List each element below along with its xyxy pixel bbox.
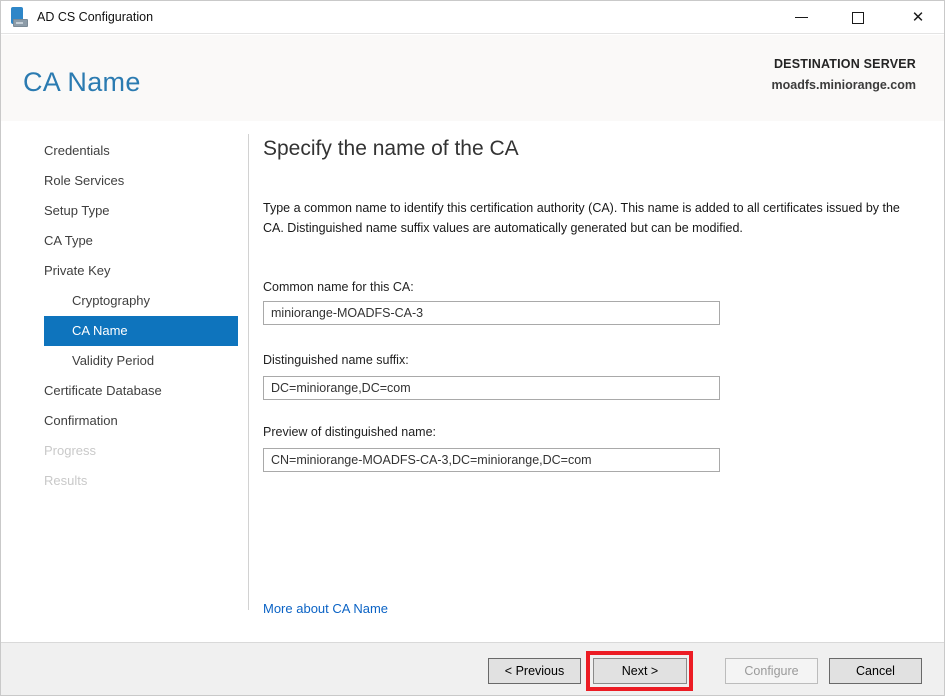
window-title: AD CS Configuration: [37, 1, 153, 33]
preview-distinguished-name-label: Preview of distinguished name:: [263, 425, 436, 439]
sidebar-item-validity-period[interactable]: Validity Period: [1, 346, 248, 376]
cancel-button[interactable]: Cancel: [829, 658, 922, 684]
common-name-label: Common name for this CA:: [263, 280, 414, 294]
close-icon: ✕: [912, 10, 925, 25]
destination-server-name: moadfs.miniorange.com: [772, 78, 916, 92]
close-button[interactable]: ✕: [897, 1, 939, 34]
sidebar-item-credentials[interactable]: Credentials: [1, 136, 248, 166]
distinguished-name-suffix-input[interactable]: [263, 376, 720, 400]
sidebar-item-ca-name[interactable]: CA Name: [44, 316, 238, 346]
sidebar-item-private-key[interactable]: Private Key: [1, 256, 248, 286]
more-about-ca-name-link[interactable]: More about CA Name: [263, 601, 388, 616]
page-heading: Specify the name of the CA: [263, 137, 519, 161]
server-icon: [10, 7, 32, 29]
sidebar-item-role-services[interactable]: Role Services: [1, 166, 248, 196]
sidebar-item-ca-type[interactable]: CA Type: [1, 226, 248, 256]
wizard-steps-sidebar: Credentials Role Services Setup Type CA …: [1, 136, 248, 496]
title-bar: AD CS Configuration ✕: [1, 1, 944, 34]
distinguished-name-suffix-label: Distinguished name suffix:: [263, 353, 409, 367]
configure-button: Configure: [725, 658, 818, 684]
destination-server-label: DESTINATION SERVER: [772, 57, 916, 71]
minimize-button[interactable]: [780, 1, 822, 34]
sidebar-item-progress: Progress: [1, 436, 248, 466]
next-button[interactable]: Next >: [593, 658, 687, 684]
common-name-input[interactable]: [263, 301, 720, 325]
page-title: CA Name: [23, 67, 141, 98]
preview-distinguished-name-input[interactable]: [263, 448, 720, 472]
sidebar-divider: [248, 134, 249, 610]
sidebar-item-setup-type[interactable]: Setup Type: [1, 196, 248, 226]
wizard-footer: < Previous Next > Configure Cancel: [1, 642, 944, 695]
sidebar-item-confirmation[interactable]: Confirmation: [1, 406, 248, 436]
minimize-icon: [795, 17, 808, 18]
sidebar-item-certificate-database[interactable]: Certificate Database: [1, 376, 248, 406]
maximize-button[interactable]: [837, 1, 879, 34]
wizard-header: CA Name DESTINATION SERVER moadfs.minior…: [1, 35, 944, 121]
destination-server-block: DESTINATION SERVER moadfs.miniorange.com: [772, 57, 916, 92]
previous-button[interactable]: < Previous: [488, 658, 581, 684]
adcs-configuration-window: AD CS Configuration ✕ CA Name DESTINATIO…: [0, 0, 945, 696]
sidebar-item-cryptography[interactable]: Cryptography: [1, 286, 248, 316]
sidebar-item-results: Results: [1, 466, 248, 496]
maximize-icon: [852, 12, 864, 24]
page-description: Type a common name to identify this cert…: [263, 198, 918, 238]
